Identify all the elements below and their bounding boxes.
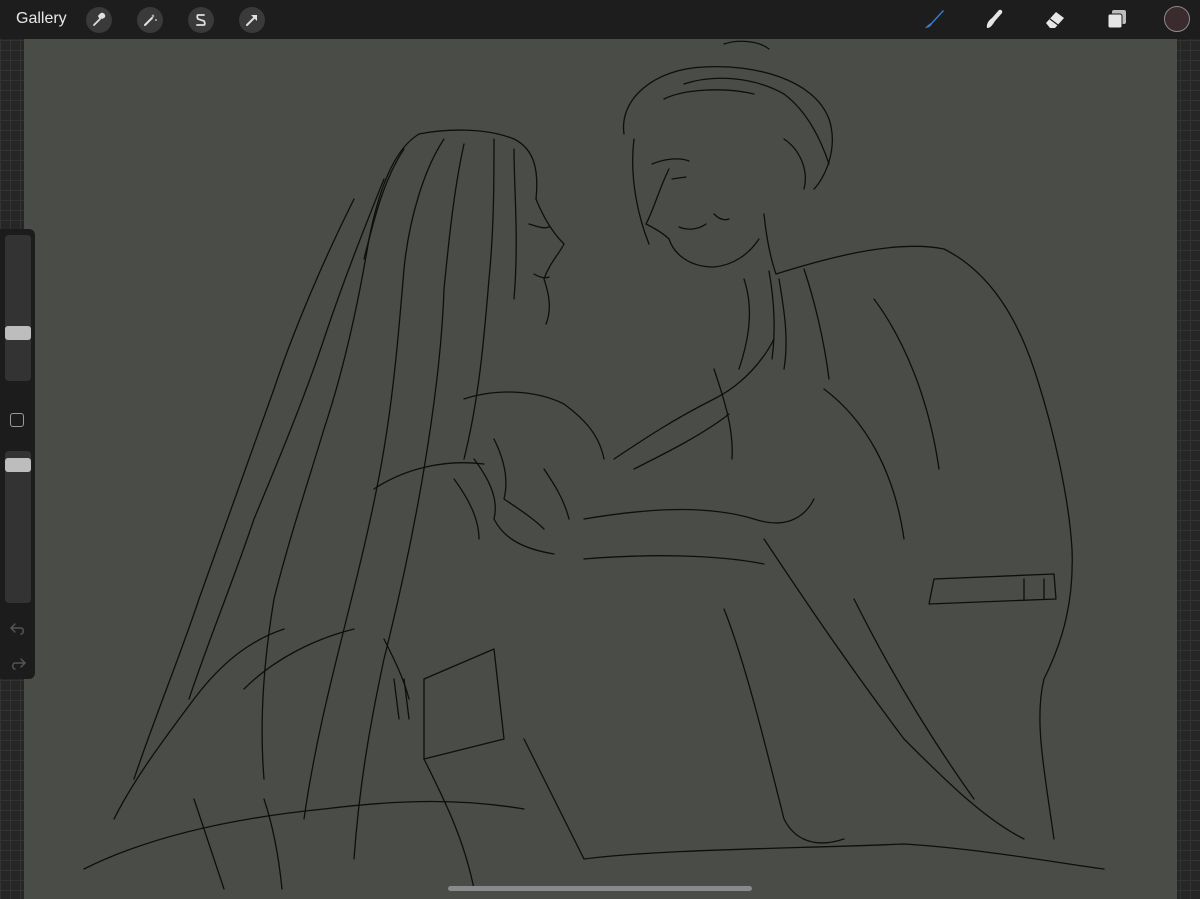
brush-opacity-slider[interactable] [5, 451, 31, 603]
color-picker-button[interactable] [1164, 6, 1190, 32]
side-toolbar [0, 229, 35, 679]
eraser-icon[interactable] [1041, 5, 1069, 33]
gallery-button[interactable]: Gallery [16, 10, 67, 28]
selection-s-icon[interactable] [188, 7, 214, 33]
brush-size-slider[interactable] [5, 235, 31, 381]
line-art-sketch [24, 39, 1177, 899]
layers-icon[interactable] [1103, 5, 1131, 33]
transform-arrow-icon[interactable] [239, 7, 265, 33]
magic-wand-icon[interactable] [137, 7, 163, 33]
top-toolbar: Gallery [0, 0, 1200, 39]
home-indicator[interactable] [448, 886, 752, 891]
drawing-canvas[interactable] [24, 39, 1177, 899]
undo-icon[interactable] [9, 620, 27, 636]
wrench-icon[interactable] [86, 7, 112, 33]
brush-icon[interactable] [920, 5, 948, 33]
modify-button[interactable] [10, 413, 24, 427]
redo-icon[interactable] [9, 655, 27, 671]
canvas-paper [24, 39, 1177, 899]
smudge-icon[interactable] [980, 5, 1008, 33]
brush-size-thumb[interactable] [5, 326, 31, 340]
brush-opacity-thumb[interactable] [5, 458, 31, 472]
